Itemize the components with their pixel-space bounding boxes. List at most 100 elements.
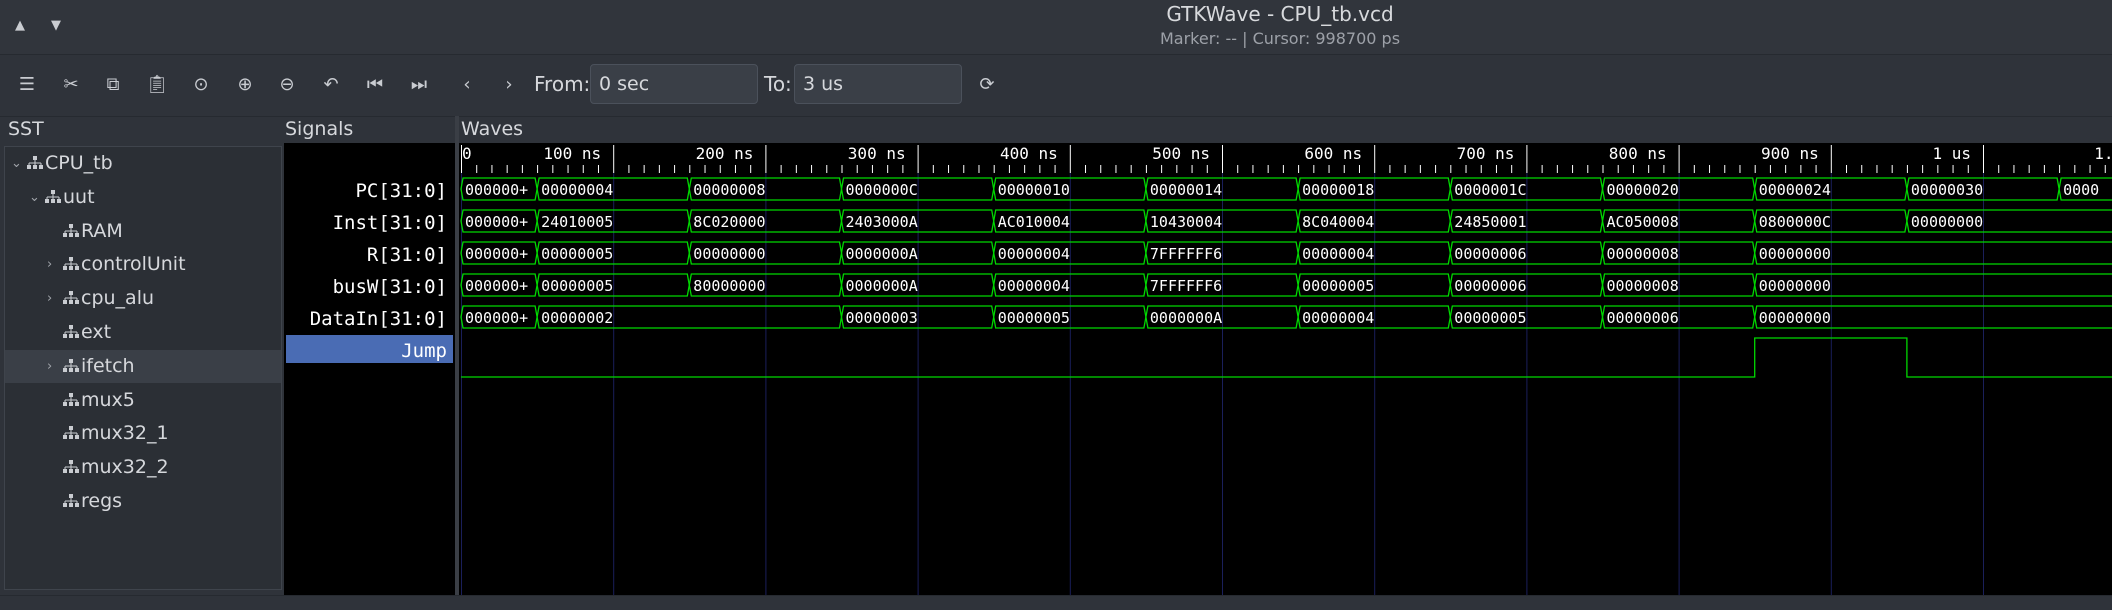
sst-item-label: mux32_2 [81, 456, 169, 479]
window-subtitle: Marker: -- | Cursor: 998700 ps [1159, 29, 1401, 48]
to-label: To: [764, 72, 792, 96]
hierarchy-icon [63, 460, 79, 474]
bus-value: 00000000 [1759, 245, 1831, 263]
expander-closed-icon[interactable]: › [47, 282, 61, 315]
sst-item-controlunit[interactable]: › controlUnit [5, 248, 281, 281]
bus-value: 0000000A [846, 277, 918, 295]
sst-tree[interactable]: ⌄ CPU_tb ⌄ uut RAM › controlUnit › cpu_aluext › if… [4, 146, 282, 590]
next-icon[interactable]: › [494, 70, 524, 100]
bus-value: 7FFFFFF6 [1150, 245, 1222, 263]
ruler-label: 0 [462, 144, 472, 163]
sst-item-cpu-tb[interactable]: ⌄ CPU_tb [5, 147, 281, 180]
from-input[interactable]: 0 sec [590, 64, 758, 104]
hierarchy-icon [63, 494, 79, 507]
expander-closed-icon[interactable]: › [47, 350, 61, 383]
signal-name-inst-31-0[interactable]: Inst[31:0] [284, 212, 447, 234]
ruler-label: 1 us [1932, 144, 1971, 163]
bus-value: 0000001C [1454, 181, 1526, 199]
bus-value: 00000008 [693, 181, 765, 199]
bus-value: 7FFFFFF6 [1150, 277, 1222, 295]
bus-value: 00000002 [541, 309, 613, 327]
signal-name-r-31-0[interactable]: R[31:0] [284, 244, 447, 266]
sst-item-label: uut [63, 185, 95, 208]
ruler-label: 600 ns [1304, 144, 1362, 163]
sst-item-mux32-1[interactable]: mux32_1 [5, 417, 281, 450]
sst-item-ext[interactable]: ext [5, 316, 281, 349]
bus-value: 000000+ [465, 309, 528, 327]
bus-value: 00000000 [693, 245, 765, 263]
expander-open-icon[interactable]: ⌄ [29, 181, 43, 214]
ruler-label: 700 ns [1457, 144, 1515, 163]
zoom-to-start-icon[interactable]: ⏮︎ [360, 70, 390, 100]
ruler-label: 100 ns [543, 144, 601, 163]
hierarchy-icon [63, 358, 79, 372]
bus-value: 000000+ [465, 213, 528, 231]
sst-item-uut[interactable]: ⌄ uut [5, 181, 281, 214]
to-input[interactable]: 3 us [794, 64, 962, 104]
from-label: From: [534, 72, 591, 96]
zoom-fit-icon[interactable]: ⊙ [186, 70, 216, 100]
sst-item-ram[interactable]: RAM [5, 215, 281, 248]
ruler-label: 200 ns [696, 144, 754, 163]
sst-item-label: mux32_1 [81, 422, 169, 445]
bus-value: 0000000C [846, 181, 918, 199]
bus-value: 00000005 [1302, 277, 1374, 295]
bus-value: 00000000 [1759, 309, 1831, 327]
bus-value: 00000005 [541, 245, 613, 263]
copy-icon[interactable]: ⧉ [98, 70, 128, 100]
sst-item-label: controlUnit [81, 253, 186, 276]
signal-name-busw-31-0[interactable]: busW[31:0] [284, 276, 447, 298]
ruler-label: 300 ns [848, 144, 906, 163]
bus-value: 00000004 [1302, 245, 1374, 263]
sst-item-label: ext [81, 321, 112, 343]
signal-name-datain-31-0[interactable]: DataIn[31:0] [284, 308, 447, 330]
sst-item-mux32-2[interactable]: mux32_2 [5, 451, 281, 484]
sst-header: SST [8, 118, 44, 140]
sst-item-label: RAM [81, 219, 123, 242]
bus-value: 0000000A [846, 245, 918, 263]
menu-icon[interactable]: ☰ [12, 70, 42, 100]
previous-icon[interactable]: ‹ [452, 70, 482, 100]
bus-value: 00000010 [998, 181, 1070, 199]
bus-value: 8C020000 [693, 213, 765, 231]
signals-header: Signals [285, 118, 354, 140]
hierarchy-icon [63, 325, 79, 338]
sst-item-regs[interactable]: regs [5, 485, 281, 518]
bus-value: 00000000 [1759, 277, 1831, 295]
bus-value: AC010004 [998, 213, 1070, 231]
hierarchy-icon [27, 156, 43, 169]
cut-icon[interactable]: ✂ [56, 70, 86, 100]
zoom-to-end-icon[interactable]: ⏭︎ [404, 70, 434, 100]
zoom-out-icon[interactable]: ⊖ [272, 70, 302, 100]
bus-value: 00000004 [998, 245, 1070, 263]
paste-icon[interactable]: 📋︎ [142, 70, 172, 100]
bus-value: 000000+ [465, 245, 528, 263]
reload-icon[interactable]: ⟳ [972, 70, 1002, 100]
sst-item-label: regs [81, 490, 123, 512]
expander-open-icon[interactable]: ⌄ [11, 147, 25, 180]
zoom-in-icon[interactable]: ⊕ [230, 70, 260, 100]
waveform-canvas[interactable]: 0 100 ns 200 ns 300 ns 400 ns 500 ns 600 ns 700… [459, 143, 2112, 606]
sst-item-cpu-alu[interactable]: › cpu_alu [5, 282, 281, 315]
bus-value: 00000018 [1302, 181, 1374, 199]
signal-name-jump[interactable]: Jump [284, 340, 447, 362]
bus-value: 00000020 [1607, 181, 1679, 199]
bus-value: 00000004 [1302, 309, 1374, 327]
undo-icon[interactable]: ↶ [316, 70, 346, 100]
bus-value: 24850001 [1454, 213, 1526, 231]
ruler-label: 800 ns [1609, 144, 1667, 163]
hierarchy-icon [45, 189, 61, 203]
hierarchy-icon [63, 223, 79, 237]
sst-item-ifetch[interactable]: › ifetch [5, 349, 281, 383]
bus-value: 00000005 [541, 277, 613, 295]
sst-item-mux5[interactable]: mux5 [5, 384, 281, 417]
bus-value: 00000006 [1454, 277, 1526, 295]
bus-value: 2403000A [846, 213, 918, 231]
expander-closed-icon[interactable]: › [47, 248, 61, 281]
signal-name-pc-31-0[interactable]: PC[31:0] [284, 180, 447, 202]
waves-panel[interactable]: 0 100 ns 200 ns 300 ns 400 ns 500 ns 600 ns 700… [459, 143, 2112, 606]
bus-value: 00000004 [998, 277, 1070, 295]
hierarchy-icon [63, 291, 79, 305]
ruler-label: 1.1 [2094, 144, 2112, 163]
hierarchy-icon [63, 426, 79, 440]
